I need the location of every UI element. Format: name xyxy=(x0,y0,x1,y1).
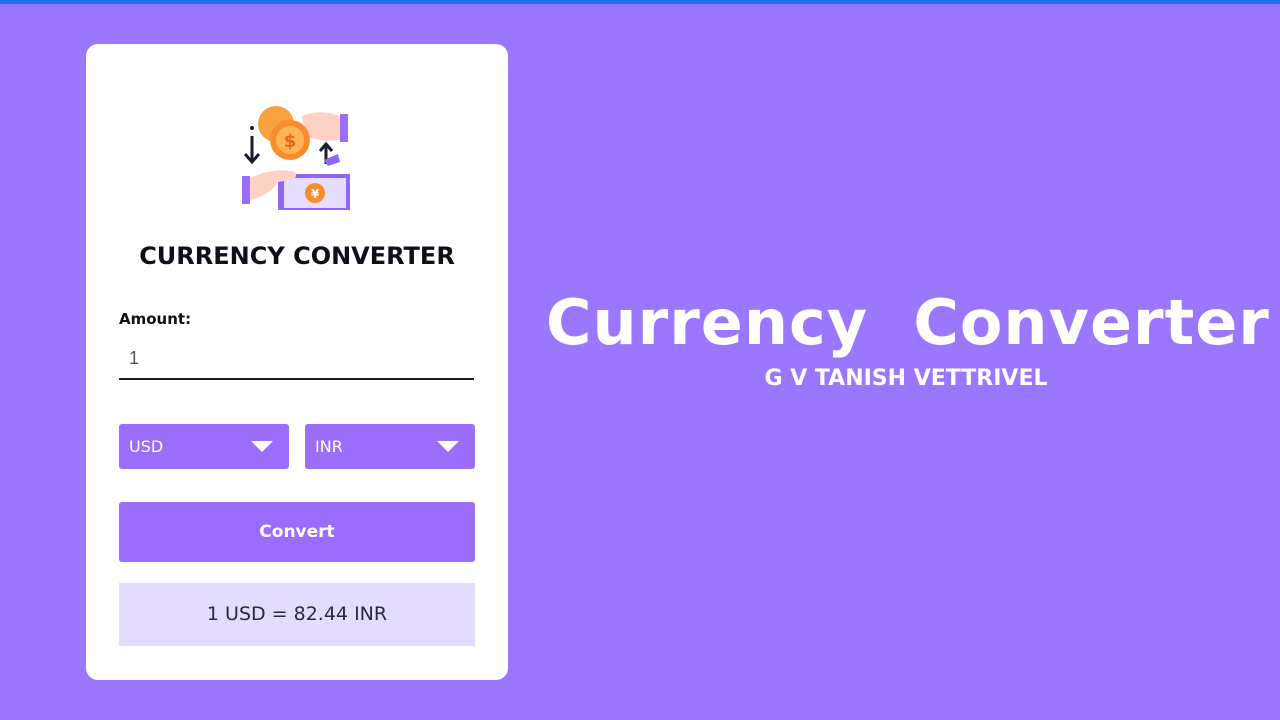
card-title: CURRENCY CONVERTER xyxy=(139,242,455,270)
bottom-sleeve-icon xyxy=(242,176,250,204)
hero-subtitle: G V TANISH VETTRIVEL xyxy=(764,366,1048,391)
arrow-down-icon xyxy=(243,136,261,165)
currency-exchange-icon: $ ¥ xyxy=(242,106,350,210)
to-currency-value: INR xyxy=(315,437,343,456)
top-sleeve-icon xyxy=(340,114,348,142)
amount-input[interactable] xyxy=(119,338,474,380)
top-accent-bar xyxy=(0,0,1280,4)
svg-text:$: $ xyxy=(284,131,297,152)
hero-title: Currency Converter xyxy=(546,286,1270,359)
converter-card: $ ¥ CURRENCY CONVERTER Amount: USD INR C… xyxy=(86,44,508,680)
from-currency-select[interactable]: USD xyxy=(119,424,289,469)
from-currency-value: USD xyxy=(129,437,164,456)
conversion-result: 1 USD = 82.44 INR xyxy=(119,583,475,646)
chevron-down-icon xyxy=(437,441,459,452)
to-currency-select[interactable]: INR xyxy=(305,424,475,469)
svg-text:¥: ¥ xyxy=(311,187,320,201)
chevron-down-icon xyxy=(251,441,273,452)
amount-label: Amount: xyxy=(119,310,192,328)
convert-button[interactable]: Convert xyxy=(119,502,475,562)
